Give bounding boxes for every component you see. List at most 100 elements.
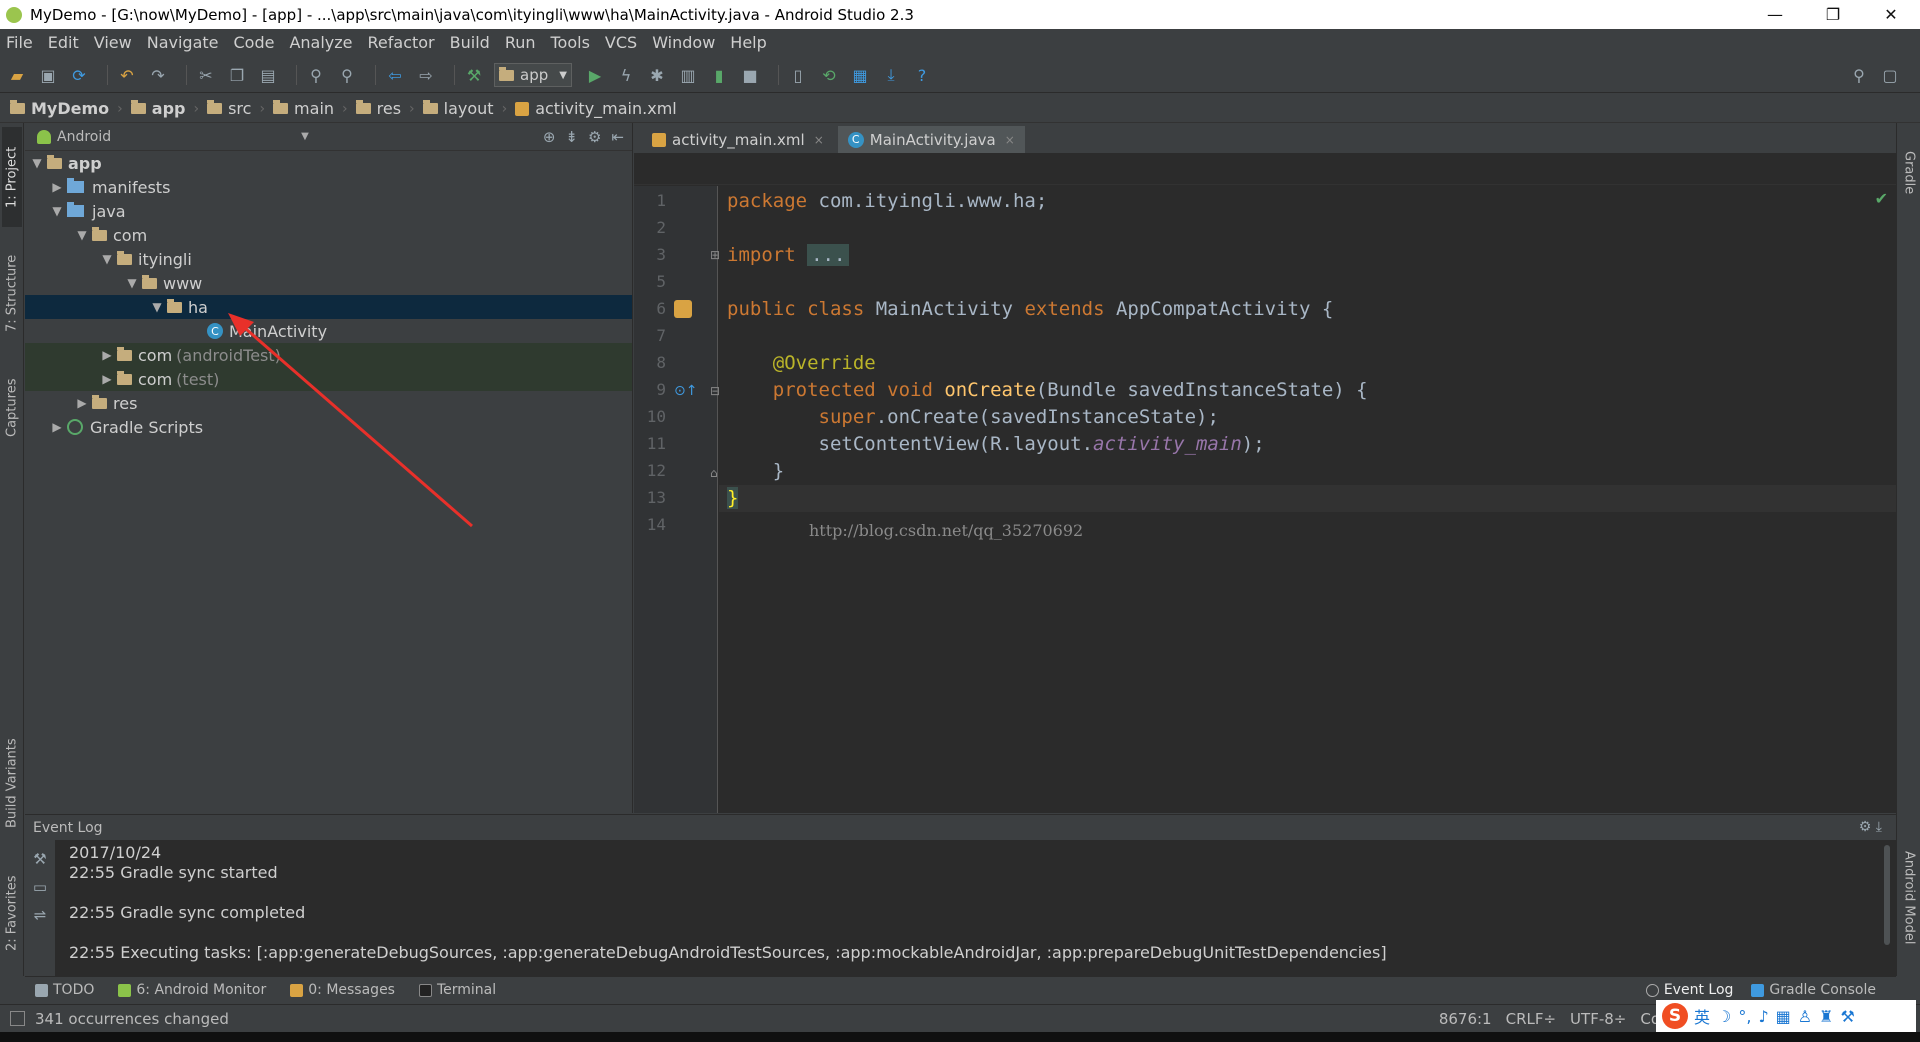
- collapse-arrow-icon[interactable]: ▶: [47, 180, 67, 194]
- run-icon[interactable]: ▶: [584, 64, 606, 86]
- cut-icon[interactable]: ✂: [195, 64, 217, 86]
- user-icon[interactable]: ♙: [1798, 1007, 1812, 1026]
- punctuation-icon[interactable]: °,: [1738, 1007, 1751, 1026]
- expand-arrow-icon[interactable]: ▼: [97, 252, 117, 266]
- tree-node-ityingli[interactable]: ▼ ityingli: [25, 247, 632, 271]
- tree-node-gradle-scripts[interactable]: ▶ Gradle Scripts: [25, 415, 632, 439]
- collapse-arrow-icon[interactable]: ▶: [47, 420, 67, 434]
- messages-button[interactable]: 0: Messages: [290, 982, 395, 998]
- tree-node-java[interactable]: ▼ java: [25, 199, 632, 223]
- avd-manager-icon[interactable]: ▯: [787, 64, 809, 86]
- expand-arrow-icon[interactable]: ▼: [122, 276, 142, 290]
- scroll-from-source-icon[interactable]: ⊕: [543, 128, 556, 146]
- caret-position[interactable]: 8676:1: [1439, 1010, 1492, 1028]
- folded-imports[interactable]: ...: [807, 244, 850, 266]
- override-method-icon[interactable]: ⊙↑: [674, 383, 697, 399]
- file-encoding[interactable]: UTF-8÷: [1570, 1010, 1626, 1028]
- tree-node-app[interactable]: ▼ app: [25, 151, 632, 175]
- copy-icon[interactable]: ❐: [226, 64, 248, 86]
- chevron-down-icon[interactable]: ▼: [301, 131, 309, 142]
- ime-language[interactable]: 英: [1694, 1004, 1710, 1028]
- restore-button[interactable]: ❐: [1804, 0, 1862, 29]
- shirt-icon[interactable]: ♜: [1819, 1007, 1833, 1026]
- menu-build[interactable]: Build: [450, 33, 490, 52]
- moon-icon[interactable]: ☽: [1717, 1007, 1731, 1026]
- menu-run[interactable]: Run: [505, 33, 536, 52]
- tab-favorites[interactable]: 2: Favorites: [2, 863, 22, 963]
- instant-run-icon[interactable]: ϟ: [615, 64, 637, 86]
- android-activity-gutter-icon[interactable]: [674, 300, 692, 318]
- tree-node-com-androidtest[interactable]: ▶ com (androidTest): [25, 343, 632, 367]
- hide-panel-icon[interactable]: ⇤: [611, 128, 624, 146]
- collapse-all-icon[interactable]: ⇟: [565, 128, 578, 146]
- wrap-icon[interactable]: ⇌: [25, 906, 55, 924]
- tab-build-variants[interactable]: Build Variants: [2, 723, 22, 843]
- tab-mainactivity-java[interactable]: C MainActivity.java ×: [837, 126, 1025, 153]
- collapse-arrow-icon[interactable]: ▶: [97, 372, 117, 386]
- line-separator[interactable]: CRLF÷: [1506, 1010, 1556, 1028]
- balloon-icon[interactable]: ▭: [25, 878, 55, 896]
- keyboard-icon[interactable]: ▦: [1776, 1007, 1791, 1026]
- android-monitor-button[interactable]: 6: Android Monitor: [118, 982, 266, 998]
- toggle-tool-windows-icon[interactable]: [10, 1011, 25, 1026]
- stop-icon[interactable]: ■: [739, 64, 761, 86]
- replace-icon[interactable]: ⚲: [336, 64, 358, 86]
- fold-end-icon[interactable]: ⌂: [710, 466, 718, 480]
- redo-icon[interactable]: ↷: [147, 64, 169, 86]
- tab-project[interactable]: 1: Project: [2, 127, 22, 227]
- menu-window[interactable]: Window: [652, 33, 715, 52]
- menu-help[interactable]: Help: [730, 33, 766, 52]
- undo-icon[interactable]: ↶: [116, 64, 138, 86]
- gear-icon[interactable]: ⚙: [588, 128, 601, 146]
- breadcrumb-main[interactable]: main: [273, 99, 334, 118]
- tree-node-mainactivity[interactable]: C MainActivity: [25, 319, 632, 343]
- project-structure-icon[interactable]: ▦: [849, 64, 871, 86]
- expand-arrow-icon[interactable]: ▼: [72, 228, 92, 242]
- close-button[interactable]: ✕: [1862, 0, 1920, 29]
- tree-node-manifests[interactable]: ▶ manifests: [25, 175, 632, 199]
- expand-arrow-icon[interactable]: ▼: [27, 156, 47, 170]
- save-all-icon[interactable]: ▣: [37, 64, 59, 86]
- find-icon[interactable]: ⚲: [305, 64, 327, 86]
- menu-edit[interactable]: Edit: [48, 33, 79, 52]
- forward-icon[interactable]: ⇨: [415, 64, 437, 86]
- back-icon[interactable]: ⇦: [384, 64, 406, 86]
- tree-node-res[interactable]: ▶ res: [25, 391, 632, 415]
- breadcrumb-mydemo[interactable]: MyDemo: [10, 99, 109, 118]
- tree-node-com-test[interactable]: ▶ com (test): [25, 367, 632, 391]
- help-icon[interactable]: ?: [911, 64, 933, 86]
- breadcrumb-src[interactable]: src: [207, 99, 251, 118]
- menu-code[interactable]: Code: [234, 33, 275, 52]
- tab-captures[interactable]: Captures: [2, 363, 22, 453]
- tab-android-model[interactable]: Android Model: [1899, 833, 1919, 963]
- expand-arrow-icon[interactable]: ▼: [47, 204, 67, 218]
- paste-icon[interactable]: ▤: [257, 64, 279, 86]
- event-log-button[interactable]: Event Log: [1645, 982, 1733, 998]
- profile-icon[interactable]: ▥: [677, 64, 699, 86]
- gear-icon[interactable]: ⚙ ⤓: [1859, 819, 1882, 835]
- sync-icon[interactable]: ⟳: [68, 64, 90, 86]
- tree-node-www[interactable]: ▼ www: [25, 271, 632, 295]
- sdk-manager-icon[interactable]: ⤓: [880, 64, 902, 86]
- settings-icon[interactable]: ⚒: [25, 850, 55, 868]
- run-configuration-select[interactable]: app ▼: [494, 63, 572, 87]
- breadcrumb-app[interactable]: app: [130, 99, 185, 118]
- tree-node-com[interactable]: ▼ com: [25, 223, 632, 247]
- open-folder-icon[interactable]: ▰: [6, 64, 28, 86]
- gradle-sync-icon[interactable]: ⟲: [818, 64, 840, 86]
- make-project-icon[interactable]: ⚒: [463, 64, 485, 86]
- close-tab-icon[interactable]: ×: [814, 133, 824, 147]
- tab-gradle[interactable]: Gradle: [1899, 133, 1919, 213]
- breadcrumb-layout[interactable]: layout: [422, 99, 494, 118]
- menu-tools[interactable]: Tools: [551, 33, 590, 52]
- breadcrumb-activity-main[interactable]: activity_main.xml: [515, 99, 677, 118]
- user-icon[interactable]: ▢: [1879, 64, 1901, 86]
- menu-analyze[interactable]: Analyze: [289, 33, 352, 52]
- tab-structure[interactable]: 7: Structure: [2, 243, 22, 343]
- attach-debugger-icon[interactable]: ▮: [708, 64, 730, 86]
- terminal-button[interactable]: Terminal: [418, 982, 496, 998]
- search-everywhere-icon[interactable]: ⚲: [1848, 64, 1870, 86]
- wrench-icon[interactable]: ⚒: [1840, 1007, 1854, 1026]
- minimize-button[interactable]: —: [1746, 0, 1804, 29]
- sogou-logo-icon[interactable]: S: [1662, 1003, 1688, 1029]
